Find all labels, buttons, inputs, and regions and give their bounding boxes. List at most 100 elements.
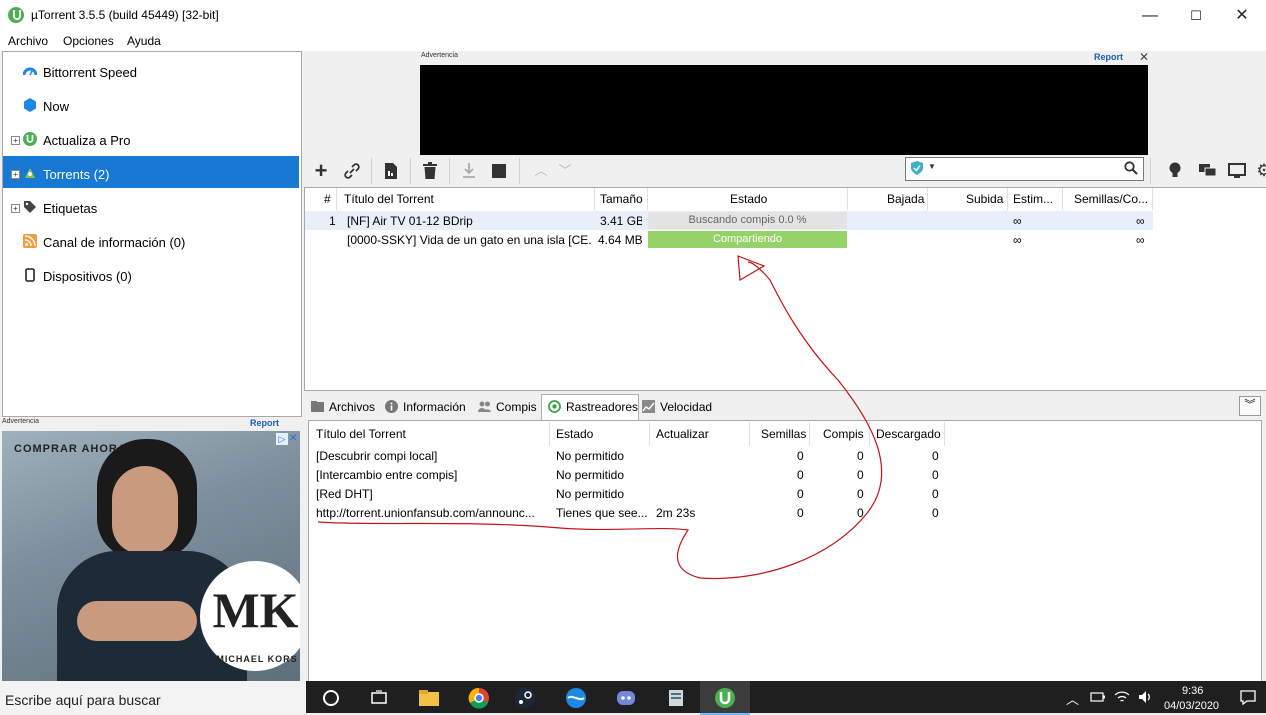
collapse-panel-button[interactable]: ︾ [1239, 396, 1261, 416]
tab-label: Compis [496, 400, 537, 414]
torrent-status-bar: Buscando compis 0.0 % [648, 212, 847, 229]
col-header-down[interactable]: Bajada [887, 192, 924, 206]
tracker-col-status[interactable]: Estado [556, 427, 593, 441]
move-up-icon[interactable]: ︿ [529, 160, 553, 182]
col-header-title[interactable]: Título del Torrent [344, 192, 434, 206]
sidebar-item-now[interactable]: Now [3, 88, 299, 120]
browser-icon[interactable] [565, 687, 587, 709]
download-icon[interactable] [457, 160, 481, 182]
torrent-eta: ∞ [1013, 214, 1022, 228]
task-view-icon[interactable] [368, 687, 390, 709]
search-icon[interactable] [1124, 161, 1138, 175]
expand-icon[interactable]: + [11, 204, 20, 213]
clock-time[interactable]: 9:36 [1182, 685, 1203, 697]
utorrent-taskbar-icon[interactable] [714, 687, 736, 709]
search-provider-icon[interactable] [910, 161, 924, 175]
sidebar-item-label: Dispositivos (0) [43, 269, 132, 284]
sidebar-item-actualiza-pro[interactable]: + Actualiza a Pro [3, 122, 299, 154]
col-header-up[interactable]: Subida [966, 192, 1003, 206]
sidebar-item-label: Actualiza a Pro [43, 133, 131, 148]
expand-icon[interactable]: + [11, 136, 20, 145]
ad-report-link[interactable]: Report [1094, 52, 1123, 62]
tray-chevron-icon[interactable]: ︿ [1066, 689, 1079, 708]
col-header-status[interactable]: Estado [730, 192, 767, 206]
left-advertisement[interactable]: COMPRAR AHORA ▷ ✕ MK MICHAEL KORS [2, 431, 300, 681]
add-link-icon[interactable] [340, 160, 364, 182]
trackers-icon [548, 400, 561, 413]
table-row[interactable]: [Descubrir compi local] No permitido 0 0… [309, 446, 1259, 465]
steam-icon[interactable] [514, 687, 536, 709]
tracker-col-title[interactable]: Título del Torrent [316, 427, 406, 441]
discord-icon[interactable] [615, 687, 637, 709]
toolbar-separator [449, 158, 450, 184]
ad-report-link[interactable]: Report [250, 418, 279, 428]
column-divider [749, 422, 750, 446]
add-torrent-icon[interactable]: + [309, 160, 333, 182]
table-row[interactable]: [Red DHT] No permitido 0 0 0 [309, 484, 1259, 503]
move-down-icon[interactable]: ﹀ [553, 160, 577, 182]
sidebar-item-dispositivos[interactable]: Dispositivos (0) [3, 258, 299, 290]
settings-icon[interactable]: ⚙ [1252, 160, 1266, 182]
cortana-icon[interactable] [320, 687, 342, 709]
ad-close-icon[interactable]: ✕ [1139, 50, 1149, 64]
sidebar-item-canal[interactable]: Canal de información (0) [3, 224, 299, 256]
menu-archivo[interactable]: Archivo [8, 34, 48, 48]
tracker-peers: 0 [857, 506, 864, 520]
stop-icon[interactable] [487, 160, 511, 182]
tab-rastreadores[interactable]: Rastreadores [541, 394, 639, 420]
chat-icon[interactable] [1196, 160, 1220, 182]
tracker-col-downloaded[interactable]: Descargado [876, 427, 941, 441]
notification-icon[interactable] [1239, 689, 1257, 708]
tracker-col-seeds[interactable]: Semillas [761, 427, 806, 441]
delete-icon[interactable] [418, 160, 442, 182]
tab-informacion[interactable]: Información [385, 400, 466, 422]
torrent-num: 1 [329, 214, 336, 228]
tab-velocidad[interactable]: Velocidad [642, 400, 712, 422]
tracker-col-update[interactable]: Actualizar [656, 427, 709, 441]
minimize-button[interactable]: — [1127, 0, 1173, 31]
search-input[interactable] [905, 157, 1144, 181]
file-explorer-icon[interactable] [418, 687, 440, 709]
peers-icon [478, 401, 491, 412]
tab-compis[interactable]: Compis [478, 400, 537, 422]
maximize-button[interactable]: ☐ [1173, 0, 1219, 31]
create-torrent-icon[interactable] [379, 160, 403, 182]
volume-icon[interactable] [1138, 690, 1154, 707]
menu-bar [0, 31, 1266, 51]
chevron-down-icon[interactable]: ▼ [928, 162, 936, 171]
info-icon [385, 400, 398, 413]
top-advertisement[interactable] [420, 65, 1148, 155]
expand-icon[interactable]: + [11, 170, 20, 179]
col-header-num[interactable]: # [324, 192, 331, 206]
clock-date[interactable]: 04/03/2020 [1164, 700, 1219, 712]
sidebar-item-bittorrent-speed[interactable]: Bittorrent Speed [3, 54, 299, 86]
table-row[interactable]: [Intercambio entre compis] No permitido … [309, 465, 1259, 484]
ad-close-icon[interactable]: ✕ [289, 433, 299, 445]
toolbar-separator [1150, 158, 1151, 184]
wifi-icon[interactable] [1114, 690, 1130, 707]
tracker-status: Tienes que see... [556, 506, 648, 520]
column-divider [847, 188, 848, 210]
window-title: µTorrent 3.5.5 (build 45449) [32-bit] [31, 8, 219, 22]
device-icon [25, 268, 35, 282]
col-header-eta[interactable]: Estim... [1013, 192, 1053, 206]
column-divider [927, 188, 928, 210]
menu-opciones[interactable]: Opciones [63, 34, 114, 48]
ad-model-face [112, 466, 178, 554]
table-row[interactable]: http://torrent.unionfansub.com/announc..… [309, 503, 1259, 522]
files-icon [311, 401, 324, 412]
menu-ayuda[interactable]: Ayuda [127, 34, 161, 48]
tab-archivos[interactable]: Archivos [311, 400, 375, 422]
col-header-size[interactable]: Tamaño [600, 192, 643, 206]
tracker-col-peers[interactable]: Compis [823, 427, 864, 441]
battery-icon[interactable] [1090, 690, 1106, 707]
remote-icon[interactable] [1225, 160, 1249, 182]
close-button[interactable]: ✕ [1219, 0, 1265, 31]
app-stack-icon[interactable] [665, 687, 687, 709]
bulb-icon[interactable] [1163, 160, 1187, 182]
chrome-icon[interactable] [468, 687, 490, 709]
sidebar-item-torrents[interactable]: + Torrents (2) [3, 156, 299, 188]
col-header-seeds[interactable]: Semillas/Co... [1074, 192, 1148, 206]
adchoices-icon[interactable]: ▷ [276, 433, 288, 445]
sidebar-item-etiquetas[interactable]: + Etiquetas [3, 190, 299, 222]
